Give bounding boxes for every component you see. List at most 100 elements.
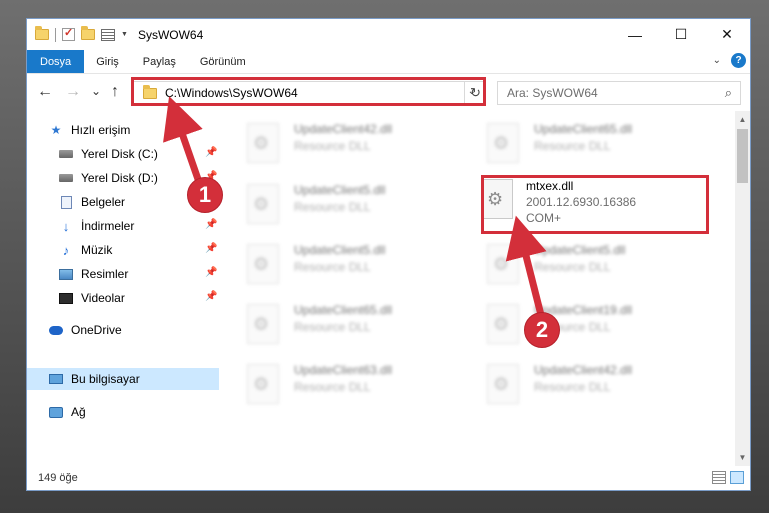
tab-home[interactable]: Giriş: [84, 50, 131, 73]
dll-file-icon: [487, 364, 519, 404]
sidebar-item-onedrive[interactable]: OneDrive: [27, 319, 219, 341]
customize-toolbar-arrow-icon[interactable]: ▼: [121, 31, 128, 38]
vertical-scrollbar[interactable]: ▲ ▼: [735, 111, 750, 466]
step-badge-2: 2: [524, 312, 560, 348]
tab-share[interactable]: Paylaş: [131, 50, 188, 73]
sidebar-item-label: Yerel Disk (C:): [81, 147, 158, 161]
sidebar-item-downloads[interactable]: ↓ İndirmeler 📌: [27, 215, 219, 237]
network-icon: [49, 406, 63, 418]
file-type: Resource DLL: [294, 260, 371, 274]
sidebar-item-label: Hızlı erişim: [71, 123, 131, 137]
cloud-icon: [49, 324, 63, 336]
pin-icon[interactable]: 📌: [205, 291, 217, 302]
view-options-icon[interactable]: [101, 28, 115, 41]
file-item[interactable]: UpdateClient5.dll Resource DLL: [219, 240, 459, 292]
large-icons-view-icon[interactable]: [730, 471, 744, 484]
dll-file-icon: [247, 184, 279, 224]
sidebar-item-label: Belgeler: [81, 195, 126, 209]
scroll-down-arrow-icon[interactable]: ▼: [735, 449, 750, 466]
sidebar-item-videos[interactable]: Videolar 📌: [27, 287, 219, 309]
back-button[interactable]: ←: [37, 83, 53, 101]
details-view-icon[interactable]: [712, 471, 726, 484]
search-box[interactable]: Ara: SysWOW64 ⌕: [497, 81, 741, 105]
pin-icon[interactable]: 📌: [205, 267, 217, 278]
sidebar-item-label: Ağ: [71, 405, 86, 419]
expand-ribbon-chevron-icon[interactable]: ⌄: [713, 55, 721, 66]
dll-file-icon: [247, 364, 279, 404]
step-badge-1: 1: [187, 177, 223, 213]
sidebar-item-label: Videolar: [81, 291, 125, 305]
item-count: 149 öğe: [38, 472, 78, 484]
sidebar-item-label: Müzik: [81, 243, 113, 257]
file-item[interactable]: UpdateClient5.dll Resource DLL: [219, 180, 459, 232]
window-controls: — ☐ ✕: [612, 19, 750, 50]
file-type: Resource DLL: [534, 380, 611, 394]
properties-check-icon[interactable]: [62, 26, 75, 41]
file-type: Resource DLL: [294, 380, 371, 394]
scroll-up-arrow-icon[interactable]: ▲: [735, 111, 750, 128]
file-name: UpdateClient65.dll: [534, 122, 633, 136]
documents-icon: [59, 195, 73, 209]
file-item[interactable]: UpdateClient42.dll Resource DLL: [459, 360, 699, 412]
sidebar-item-label: Bu bilgisayar: [71, 372, 140, 386]
up-button[interactable]: ↑: [111, 83, 119, 101]
dll-file-icon: [487, 304, 519, 344]
toolbar-divider: [55, 27, 56, 42]
star-icon: ★: [50, 123, 62, 137]
close-button[interactable]: ✕: [704, 19, 750, 50]
file-type: Resource DLL: [534, 260, 611, 274]
new-folder-icon[interactable]: [81, 26, 95, 40]
ribbon-tabs: Dosya Giriş Paylaş Görünüm ⌄ ?: [27, 50, 750, 73]
sidebar-item-label: Yerel Disk (D:): [81, 171, 158, 185]
file-name: UpdateClient65.dll: [294, 303, 393, 317]
recent-locations-button[interactable]: ⌄: [91, 84, 101, 98]
file-item[interactable]: UpdateClient65.dll Resource DLL: [459, 119, 699, 171]
tab-file[interactable]: Dosya: [27, 50, 85, 73]
file-name: UpdateClient5.dll: [294, 183, 386, 197]
file-item[interactable]: UpdateClient63.dll Resource DLL: [219, 360, 459, 412]
sidebar-item-network[interactable]: Ağ: [27, 401, 219, 423]
drive-icon: [59, 172, 73, 184]
maximize-button[interactable]: ☐: [658, 19, 704, 50]
minimize-button[interactable]: —: [612, 19, 658, 50]
tab-view[interactable]: Görünüm: [188, 50, 258, 73]
pin-icon[interactable]: 📌: [205, 147, 217, 158]
ribbon-right-controls: ⌄ ?: [713, 53, 746, 68]
search-placeholder: Ara: SysWOW64: [507, 86, 598, 100]
pin-icon[interactable]: 📌: [205, 243, 217, 254]
file-type: Resource DLL: [534, 139, 611, 153]
navigation-pane: ★ Hızlı erişim Yerel Disk (C:) 📌 Yerel D…: [27, 111, 219, 466]
file-item[interactable]: UpdateClient42.dll Resource DLL: [219, 119, 459, 171]
scroll-thumb[interactable]: [737, 129, 748, 183]
sidebar-item-pictures[interactable]: Resimler 📌: [27, 263, 219, 285]
sidebar-item-music[interactable]: ♪ Müzik 📌: [27, 239, 219, 261]
sidebar-item-label: Resimler: [81, 267, 129, 281]
sidebar-item-label: İndirmeler: [81, 219, 135, 233]
file-highlight-box: [481, 175, 709, 234]
help-button[interactable]: ?: [731, 53, 746, 68]
file-name: UpdateClient42.dll: [534, 363, 633, 377]
file-type: Resource DLL: [294, 320, 371, 334]
quick-access-toolbar: ▼: [27, 19, 128, 50]
sidebar-item-quick-access[interactable]: ★ Hızlı erişim: [27, 119, 219, 141]
status-bar: 149 öğe: [27, 466, 750, 490]
file-list: UpdateClient42.dll Resource DLL UpdateCl…: [219, 111, 735, 466]
search-icon[interactable]: ⌕: [725, 85, 732, 101]
file-item[interactable]: UpdateClient65.dll Resource DLL: [219, 300, 459, 352]
file-item[interactable]: UpdateClient5.dll Resource DLL: [459, 240, 699, 292]
downloads-icon: ↓: [62, 218, 70, 234]
address-highlight-box: [131, 77, 486, 106]
file-item[interactable]: UpdateClient19.dll Resource DLL: [459, 300, 699, 352]
sidebar-item-local-disk-c[interactable]: Yerel Disk (C:) 📌: [27, 143, 219, 165]
file-type: Resource DLL: [294, 139, 371, 153]
file-name: UpdateClient5.dll: [534, 243, 626, 257]
file-name: UpdateClient42.dll: [294, 122, 393, 136]
window-title: SysWOW64: [137, 27, 204, 42]
music-icon: ♪: [62, 242, 70, 258]
pin-icon[interactable]: 📌: [205, 219, 217, 230]
videos-icon: [59, 292, 73, 304]
file-name: UpdateClient5.dll: [294, 243, 386, 257]
sidebar-item-label: OneDrive: [71, 323, 122, 337]
sidebar-item-this-pc[interactable]: Bu bilgisayar: [27, 368, 219, 390]
forward-button[interactable]: →: [65, 83, 81, 101]
